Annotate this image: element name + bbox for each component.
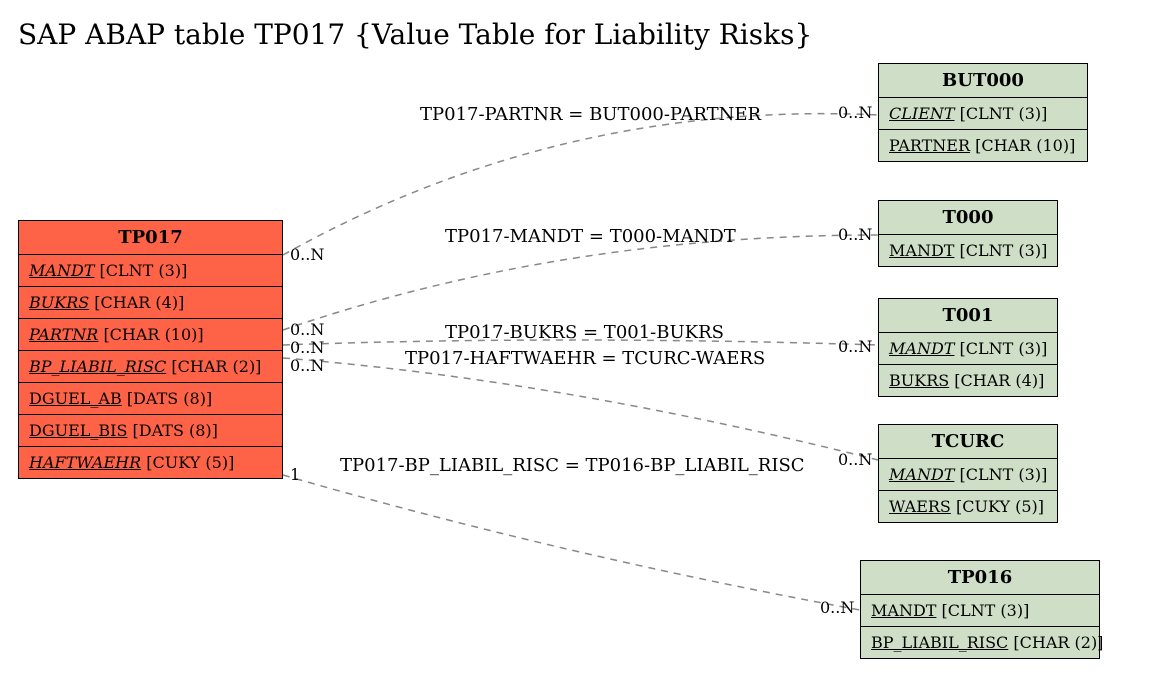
relation-label: TP017-PARTNR = BUT000-PARTNER [420, 104, 761, 125]
page-title: SAP ABAP table TP017 {Value Table for Li… [18, 18, 812, 51]
table-row: CLIENT [CLNT (3)] [879, 98, 1087, 130]
table-header: TP016 [861, 561, 1099, 595]
table-row: DGUEL_BIS [DATS (8)] [19, 415, 282, 447]
table-row: MANDT [CLNT (3)] [19, 255, 282, 287]
relation-label: TP017-BP_LIABIL_RISC = TP016-BP_LIABIL_R… [340, 455, 805, 476]
cardinality: 0..N [290, 320, 324, 339]
table-header: T001 [879, 299, 1057, 333]
table-tp016: TP016 MANDT [CLNT (3)] BP_LIABIL_RISC [C… [860, 560, 1100, 659]
table-header: BUT000 [879, 64, 1087, 98]
table-header: TCURC [879, 425, 1057, 459]
table-row: MANDT [CLNT (3)] [861, 595, 1099, 627]
cardinality: 1 [290, 465, 300, 484]
cardinality: 0..N [290, 338, 324, 357]
relation-label: TP017-BUKRS = T001-BUKRS [445, 322, 724, 343]
table-row: PARTNR [CHAR (10)] [19, 319, 282, 351]
table-tp017: TP017 MANDT [CLNT (3)] BUKRS [CHAR (4)] … [18, 220, 283, 479]
cardinality: 0..N [838, 225, 872, 244]
table-row: BP_LIABIL_RISC [CHAR (2)] [861, 627, 1099, 658]
table-row: MANDT [CLNT (3)] [879, 333, 1057, 365]
table-t001: T001 MANDT [CLNT (3)] BUKRS [CHAR (4)] [878, 298, 1058, 397]
table-row: MANDT [CLNT (3)] [879, 235, 1057, 266]
table-row: BUKRS [CHAR (4)] [879, 365, 1057, 396]
relation-label: TP017-HAFTWAEHR = TCURC-WAERS [405, 348, 765, 369]
cardinality: 0..N [838, 337, 872, 356]
table-row: HAFTWAEHR [CUKY (5)] [19, 447, 282, 478]
cardinality: 0..N [290, 245, 324, 264]
table-t000: T000 MANDT [CLNT (3)] [878, 200, 1058, 267]
table-row: BP_LIABIL_RISC [CHAR (2)] [19, 351, 282, 383]
cardinality: 0..N [838, 103, 872, 122]
table-row: WAERS [CUKY (5)] [879, 491, 1057, 522]
table-row: DGUEL_AB [DATS (8)] [19, 383, 282, 415]
relation-label: TP017-MANDT = T000-MANDT [445, 226, 736, 247]
cardinality: 0..N [838, 450, 872, 469]
table-but000: BUT000 CLIENT [CLNT (3)] PARTNER [CHAR (… [878, 63, 1088, 162]
cardinality: 0..N [290, 356, 324, 375]
table-tcurc: TCURC MANDT [CLNT (3)] WAERS [CUKY (5)] [878, 424, 1058, 523]
cardinality: 0..N [820, 598, 854, 617]
table-header: TP017 [19, 221, 282, 255]
table-header: T000 [879, 201, 1057, 235]
table-row: BUKRS [CHAR (4)] [19, 287, 282, 319]
table-row: PARTNER [CHAR (10)] [879, 130, 1087, 161]
table-row: MANDT [CLNT (3)] [879, 459, 1057, 491]
